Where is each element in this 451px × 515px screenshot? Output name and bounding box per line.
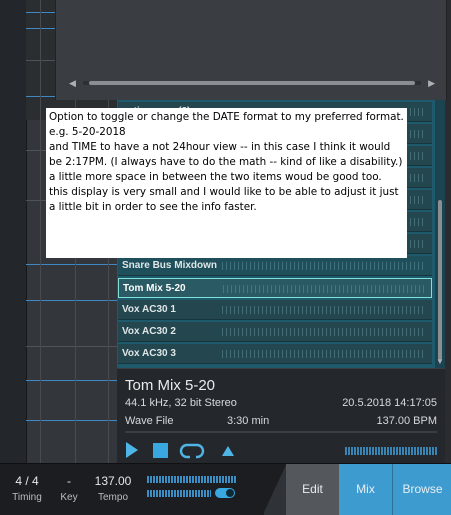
status-bar: 4 / 4 Timing - Key 137.00 Tempo Edit Mix… <box>0 463 451 515</box>
timing-display[interactable]: 4 / 4 Timing <box>5 474 49 503</box>
file-duration: 3:30 min <box>227 415 270 427</box>
waveform-thumbnail <box>223 285 425 293</box>
scroll-thumb[interactable] <box>438 200 442 360</box>
preview-player <box>125 441 437 461</box>
track-header-strip <box>0 0 27 463</box>
file-info-panel: Tom Mix 5-20 44.1 kHz, 32 bit Stereo 20.… <box>117 368 445 464</box>
vertical-scrollbar[interactable]: ▼ <box>435 100 445 368</box>
tempo-value: 137.00 <box>94 474 132 488</box>
scroll-down-icon[interactable]: ▼ <box>436 357 444 366</box>
note-line: and TIME to have a not 24hour view -- in… <box>49 141 403 168</box>
note-line: Option to toggle or change the DATE form… <box>49 111 404 138</box>
output-meter <box>147 476 237 483</box>
edit-button[interactable]: Edit <box>286 464 339 515</box>
metronome-icon[interactable] <box>221 441 235 461</box>
file-bpm: 137.00 BPM <box>376 415 437 427</box>
tempo-label: Tempo <box>97 492 128 503</box>
annotation-note: Option to toggle or change the DATE form… <box>46 108 407 258</box>
file-name: Snare Bus Mixdown <box>122 260 218 271</box>
divider <box>264 464 286 515</box>
browse-button[interactable]: Browse <box>392 464 451 515</box>
scroll-left-icon[interactable]: ◀ <box>69 78 76 88</box>
waveform-thumbnail <box>222 262 426 270</box>
waveform-thumbnail <box>222 350 426 358</box>
mix-button[interactable]: Mix <box>339 464 392 515</box>
key-label: Key <box>60 492 78 503</box>
scroll-thumb[interactable] <box>89 81 415 85</box>
loop-icon[interactable] <box>179 441 205 461</box>
performance-toggle[interactable] <box>215 488 235 498</box>
waveform-thumbnail <box>222 328 426 336</box>
note-line: this display is very small and I would l… <box>49 186 399 213</box>
output-meter <box>147 490 211 497</box>
file-type: Wave File <box>125 415 174 427</box>
key-display[interactable]: - Key <box>55 474 83 503</box>
file-name: Vox AC30 2 <box>122 326 176 337</box>
file-list-item[interactable]: Vox AC30 2 <box>118 322 432 342</box>
scroll-right-icon[interactable]: ▶ <box>428 78 435 88</box>
file-name: Vox AC30 3 <box>122 348 176 359</box>
waveform-thumbnail <box>222 306 426 314</box>
file-name: Vox AC30 1 <box>122 304 176 315</box>
key-value: - <box>67 474 71 488</box>
file-datetime: 20.5.2018 14:17:05 <box>342 397 437 409</box>
file-list-item[interactable]: Vox AC30 1 <box>118 300 432 320</box>
play-icon[interactable] <box>125 441 141 461</box>
audio-format: 44.1 kHz, 32 bit Stereo <box>125 397 237 409</box>
file-name: Tom Mix 5-20 <box>123 283 186 294</box>
file-list-item[interactable]: Tom Mix 5-20 <box>118 278 432 298</box>
horizontal-scrollbar[interactable]: ◀ ▶ <box>69 78 435 88</box>
note-line: a little more space in between the two i… <box>49 171 382 183</box>
grid-line <box>40 0 41 463</box>
preview-progress-bar[interactable] <box>125 431 437 433</box>
file-title: Tom Mix 5-20 <box>125 377 216 394</box>
file-list-item[interactable]: Snare Bus Mixdown <box>118 256 432 276</box>
tempo-display[interactable]: 137.00 Tempo <box>88 474 138 503</box>
file-list-item[interactable]: Vox AC30 3 <box>118 344 432 364</box>
timing-value: 4 / 4 <box>15 474 39 488</box>
timing-label: Timing <box>12 492 42 503</box>
preview-level-meter <box>345 447 437 455</box>
stop-icon[interactable] <box>153 443 168 458</box>
